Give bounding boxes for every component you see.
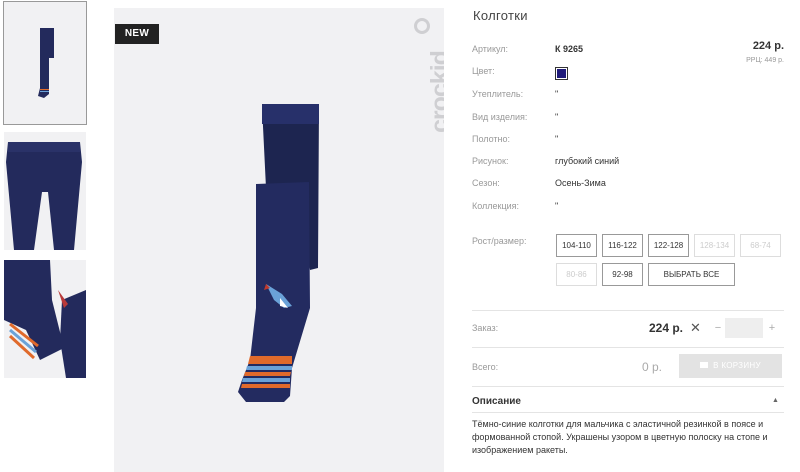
size-option-122-128[interactable]: 122-128 <box>648 234 689 257</box>
tights-image <box>238 104 319 402</box>
select-all-sizes-button[interactable]: ВЫБРАТЬ ВСЕ <box>648 263 735 286</box>
spec-label: Цвет: <box>472 66 495 76</box>
color-swatch-fill <box>557 69 566 78</box>
product-price: 224 р. <box>752 40 784 52</box>
tights-foot-image <box>4 260 86 378</box>
tights-full-image <box>38 28 54 98</box>
spec-value: К 9265 <box>555 44 584 54</box>
thumbnail-2[interactable] <box>4 132 86 250</box>
total-label: Всего: <box>472 362 499 372</box>
product-details: Колготки 224 р. РРЦ: 449 р. Артикул: К 9… <box>472 0 800 472</box>
order-price: 224 р. <box>649 321 684 335</box>
divider <box>472 412 784 413</box>
spec-label: Рисунок: <box>472 156 509 166</box>
size-option-104-110[interactable]: 104-110 <box>556 234 597 257</box>
spec-value: " <box>555 201 559 211</box>
cart-icon <box>700 361 709 368</box>
recommended-price: РРЦ: 449 р. <box>746 57 784 64</box>
chevron-up-icon[interactable]: ▲ <box>772 397 779 404</box>
thumbnail-3[interactable] <box>4 260 86 378</box>
spec-label: Артикул: <box>472 44 509 54</box>
quantity-input[interactable] <box>725 318 763 338</box>
description-text: Тёмно-синие колготки для мальчика с элас… <box>472 419 768 455</box>
spec-label: Коллекция: <box>472 201 520 211</box>
spec-label: Сезон: <box>472 178 500 188</box>
spec-label: Утеплитель: <box>472 89 524 99</box>
spec-value: " <box>555 134 559 144</box>
order-label: Заказ: <box>472 323 499 333</box>
add-to-cart-button[interactable]: В КОРЗИНУ <box>679 354 782 378</box>
divider <box>472 347 784 348</box>
thumbnail-1[interactable] <box>3 1 87 125</box>
spec-value: глубокий синий <box>555 156 620 166</box>
divider <box>472 386 784 387</box>
spec-value: Осень-Зима <box>555 178 606 188</box>
size-option-68-74[interactable]: 68-74 <box>740 234 781 257</box>
spec-value: " <box>555 112 559 122</box>
spec-label: Вид изделия: <box>472 112 528 122</box>
size-option-92-98[interactable]: 92-98 <box>602 263 643 286</box>
size-label: Рост/размер: <box>472 236 527 246</box>
divider <box>472 310 784 311</box>
main-product-image: NEW crockid <box>114 8 444 472</box>
quantity-increase-button[interactable]: + <box>765 318 779 338</box>
size-option-116-122[interactable]: 116-122 <box>602 234 643 257</box>
spec-value: " <box>555 89 559 99</box>
tights-waist-image <box>6 142 82 250</box>
description-title[interactable]: Описание <box>472 396 521 407</box>
color-swatch[interactable] <box>555 67 568 80</box>
product-title: Колготки <box>473 8 528 23</box>
spec-label: Полотно: <box>472 134 511 144</box>
add-to-cart-label: В КОРЗИНУ <box>713 361 761 370</box>
multiply-icon: ✕ <box>690 320 701 335</box>
quantity-decrease-button[interactable]: − <box>711 318 725 338</box>
total-value: 0 р. <box>642 360 663 374</box>
size-option-128-134[interactable]: 128-134 <box>694 234 735 257</box>
size-option-80-86[interactable]: 80-86 <box>556 263 597 286</box>
